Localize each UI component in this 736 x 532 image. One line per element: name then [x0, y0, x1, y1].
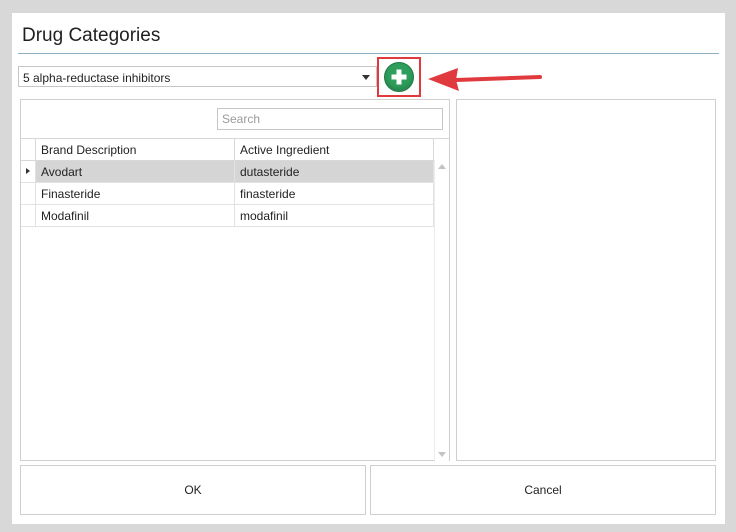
current-row-indicator-icon: [26, 168, 30, 174]
add-button-highlight: [377, 57, 421, 97]
row-header: [21, 161, 36, 182]
table-row[interactable]: Avodart dutasteride: [21, 161, 449, 183]
category-dropdown[interactable]: 5 alpha-reductase inhibitors: [18, 66, 377, 87]
column-header-brand[interactable]: Brand Description: [36, 139, 235, 160]
scroll-up-icon[interactable]: [438, 164, 446, 169]
drug-list-panel: Brand Description Active Ingredient Avod…: [20, 99, 450, 462]
search-input[interactable]: [217, 108, 443, 130]
cell-brand[interactable]: Finasteride: [36, 183, 235, 204]
plus-icon: [391, 69, 407, 85]
cell-ingredient[interactable]: dutasteride: [235, 161, 434, 182]
dialog-title: Drug Categories: [22, 25, 161, 46]
grid-vertical-scrollbar[interactable]: [434, 160, 449, 462]
table-row[interactable]: Finasteride finasteride: [21, 183, 449, 205]
cell-ingredient[interactable]: finasteride: [235, 183, 434, 204]
title-divider: [18, 53, 719, 54]
ok-button[interactable]: OK: [20, 465, 366, 515]
cell-brand[interactable]: Modafinil: [36, 205, 235, 226]
annotation-arrow-icon: [428, 68, 542, 91]
column-header-ingredient[interactable]: Active Ingredient: [235, 139, 434, 160]
category-selected-value: 5 alpha-reductase inhibitors: [23, 71, 171, 85]
row-header: [21, 205, 36, 226]
drug-categories-dialog: Drug Categories 5 alpha-reductase inhibi…: [12, 13, 725, 524]
add-category-button[interactable]: [384, 62, 414, 92]
cell-ingredient[interactable]: modafinil: [235, 205, 434, 226]
scroll-down-icon[interactable]: [438, 452, 446, 457]
row-header-corner: [21, 139, 36, 160]
chevron-down-icon: [362, 75, 370, 80]
drug-grid: Brand Description Active Ingredient Avod…: [21, 138, 449, 227]
detail-panel: [456, 99, 716, 461]
grid-header: Brand Description Active Ingredient: [21, 138, 449, 161]
cell-brand[interactable]: Avodart: [36, 161, 235, 182]
cancel-button[interactable]: Cancel: [370, 465, 716, 515]
table-row[interactable]: Modafinil modafinil: [21, 205, 449, 227]
row-header: [21, 183, 36, 204]
